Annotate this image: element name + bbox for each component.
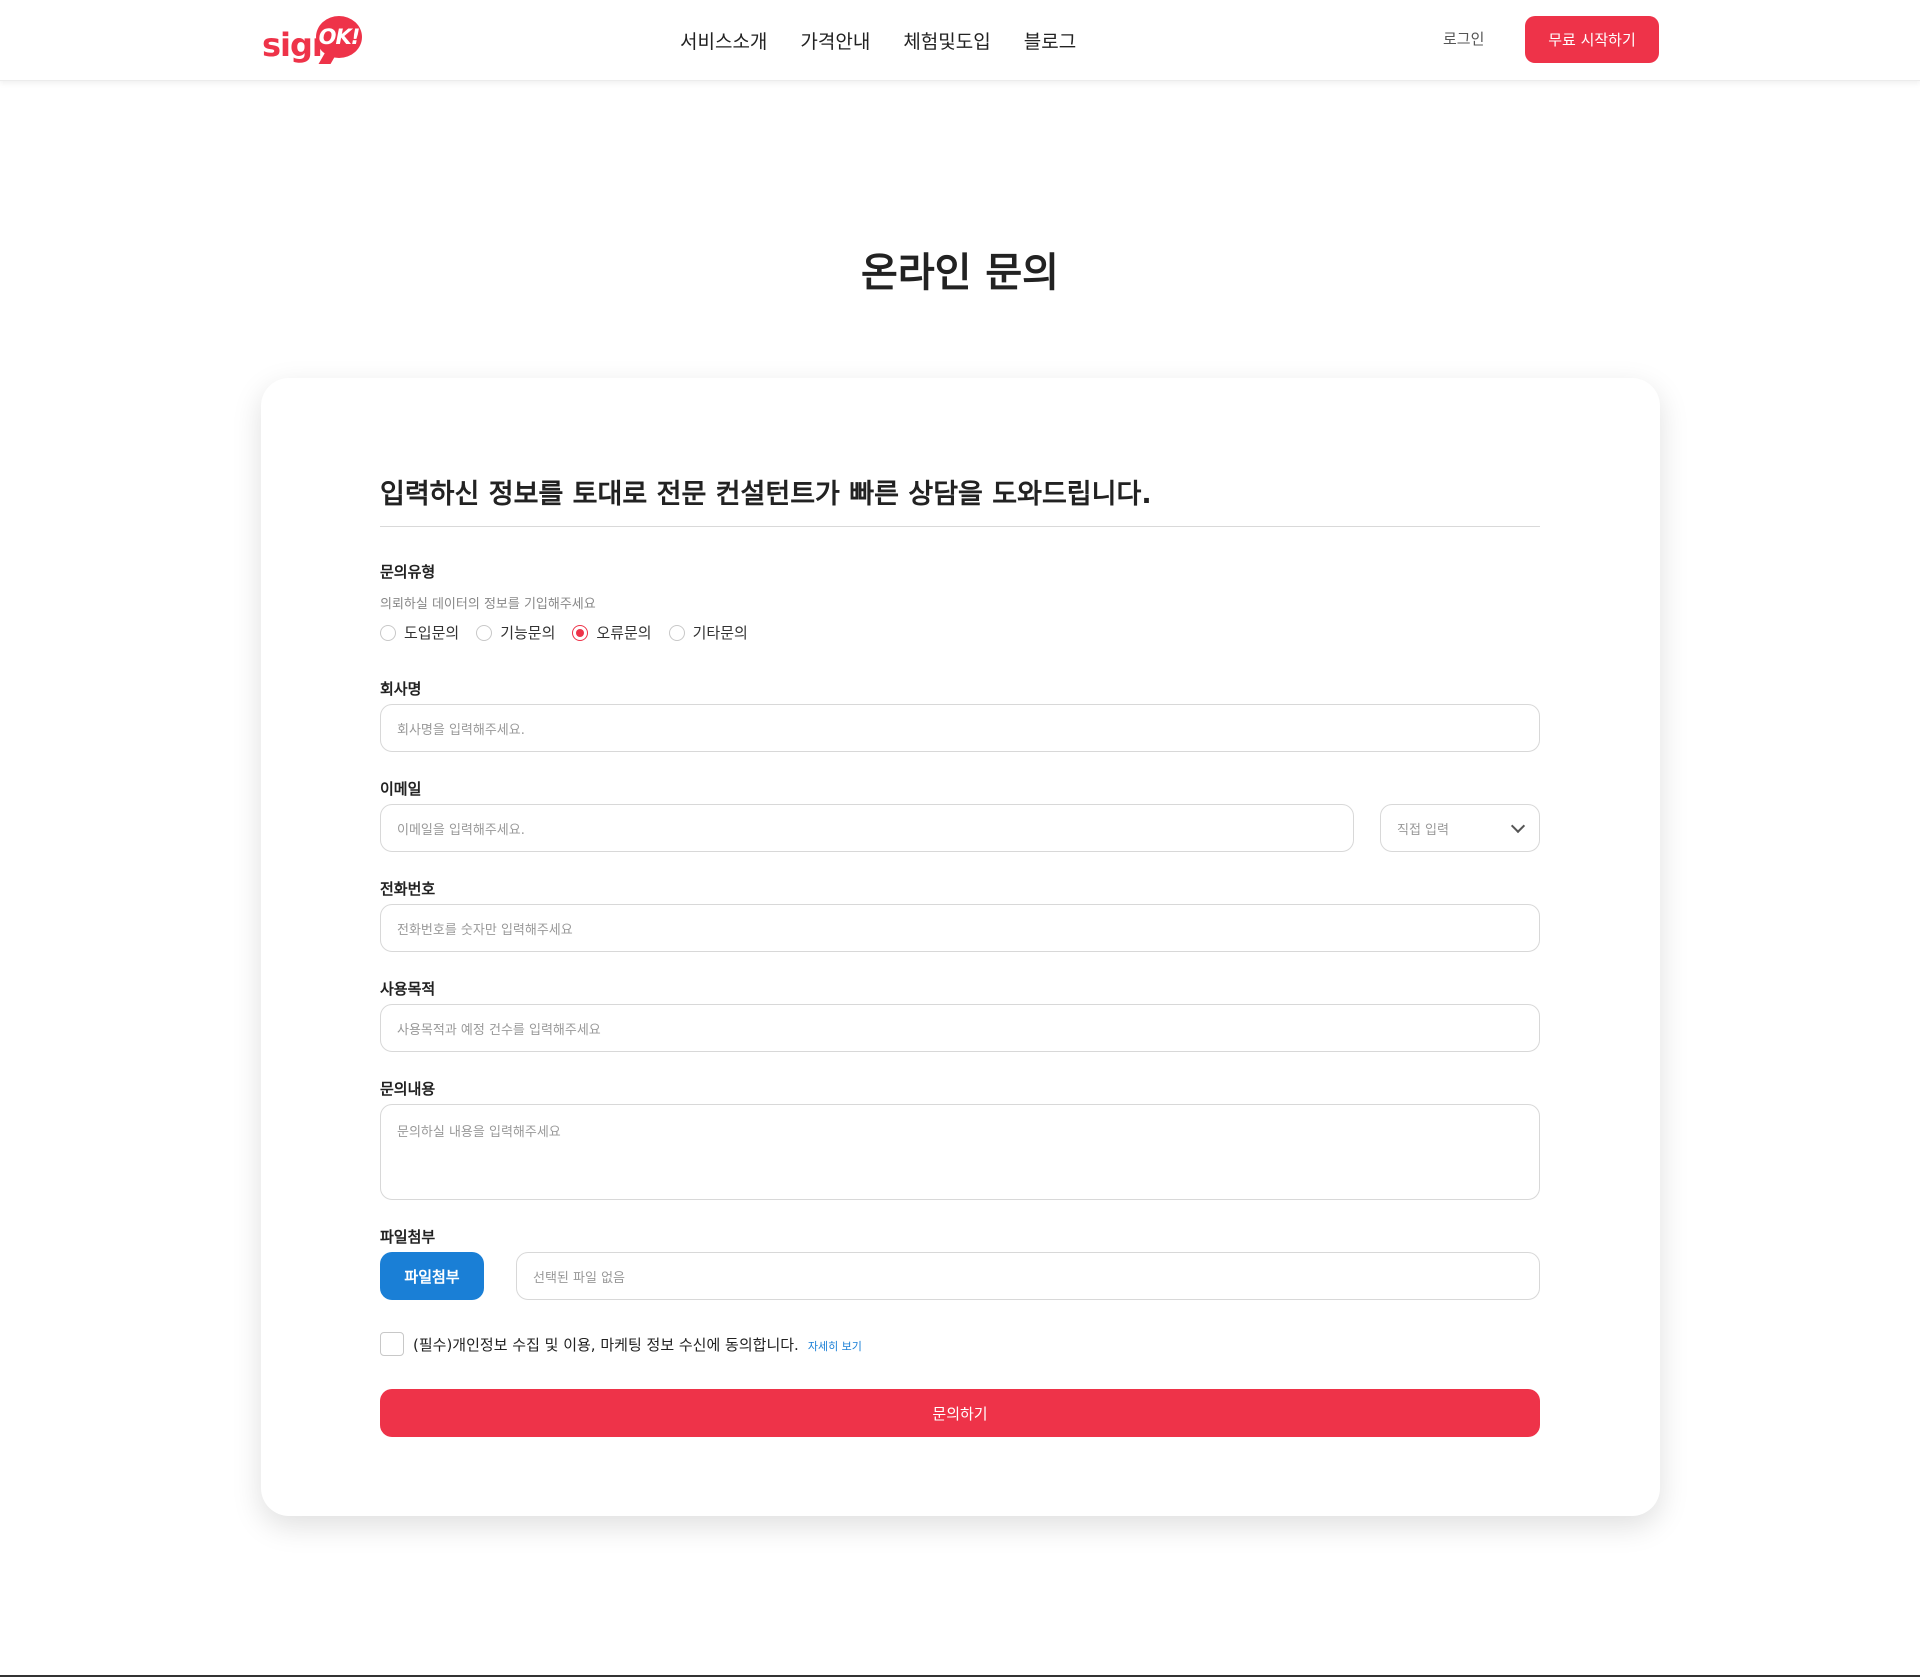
- email-domain-value: 직접 입력: [1397, 822, 1449, 838]
- login-link[interactable]: 로그인: [1443, 28, 1484, 49]
- phone-input[interactable]: 전화번호를 숫자만 입력해주세요: [380, 904, 1540, 952]
- email-label: 이메일: [380, 780, 422, 798]
- radio-button-selected[interactable]: [572, 624, 589, 641]
- logo-ok-text: OK!: [318, 25, 361, 49]
- signok-logo[interactable]: sign OK!: [262, 14, 366, 66]
- purpose-input[interactable]: 사용목적과 예정 건수를 입력해주세요: [380, 1004, 1540, 1052]
- nav-item-blog[interactable]: 블로그: [1024, 27, 1076, 54]
- radio-button[interactable]: [380, 624, 396, 641]
- nav-item-service[interactable]: 서비스소개: [680, 27, 767, 54]
- privacy-detail-link[interactable]: 자세히 보기: [808, 1338, 862, 1354]
- purpose-label: 사용목적: [380, 980, 436, 998]
- inquiry-form-card: 입력하신 정보를 토대로 전문 컨설턴트가 빠른 상담을 도와드립니다. 문의유…: [261, 378, 1660, 1516]
- site-header: sign OK! 서비스소개 가격안내 체험및도입 블로그 로그인 무료 시작하…: [0, 0, 1920, 81]
- radio-option-error[interactable]: 오류문의: [572, 622, 652, 643]
- radio-button[interactable]: [668, 624, 685, 641]
- privacy-agreement-text: (필수)개인정보 수집 및 이용, 마케팅 정보 수신에 동의합니다.: [413, 1335, 799, 1354]
- heading-divider: [380, 526, 1540, 527]
- file-name-display: 선택된 파일 없음: [516, 1252, 1540, 1300]
- radio-label: 오류문의: [596, 624, 652, 642]
- radio-option-other[interactable]: 기타문의: [668, 622, 748, 643]
- email-domain-select[interactable]: 직접 입력: [1380, 804, 1540, 852]
- nav-item-trial[interactable]: 체험및도입: [903, 27, 990, 54]
- free-start-button[interactable]: 무료 시작하기: [1525, 16, 1659, 63]
- privacy-agreement-row: (필수)개인정보 수집 및 이용, 마케팅 정보 수신에 동의합니다. 자세히 …: [380, 1332, 862, 1356]
- page-title: 온라인 문의: [861, 250, 1059, 296]
- company-input[interactable]: 회사명을 입력해주세요.: [380, 704, 1540, 752]
- radio-label: 도입문의: [404, 624, 460, 642]
- content-textarea[interactable]: 문의하실 내용을 입력해주세요: [380, 1104, 1540, 1200]
- attachment-label: 파일첨부: [380, 1228, 436, 1246]
- privacy-agreement-checkbox[interactable]: [380, 1332, 404, 1356]
- file-attach-button[interactable]: 파일첨부: [380, 1252, 484, 1300]
- content-label: 문의내용: [380, 1080, 436, 1098]
- form-heading: 입력하신 정보를 토대로 전문 컨설턴트가 빠른 상담을 도와드립니다.: [380, 479, 1152, 510]
- logo-ok-bubble: OK!: [316, 16, 362, 58]
- phone-label: 전화번호: [380, 880, 436, 898]
- nav-item-pricing[interactable]: 가격안내: [800, 27, 870, 54]
- company-label: 회사명: [380, 680, 422, 698]
- radio-button[interactable]: [476, 624, 493, 641]
- radio-option-feature[interactable]: 기능문의: [476, 622, 555, 643]
- inquiry-type-helper: 의뢰하실 데이터의 정보를 기입해주세요: [380, 597, 596, 612]
- inquiry-type-radio-group: 도입문의 기능문의 오류문의 기타문의: [380, 622, 765, 643]
- submit-inquiry-button[interactable]: 문의하기: [380, 1389, 1540, 1437]
- email-input[interactable]: 이메일을 입력해주세요.: [380, 804, 1354, 852]
- radio-label: 기능문의: [500, 624, 556, 642]
- radio-label: 기타문의: [692, 624, 748, 642]
- main-nav: 서비스소개 가격안내 체험및도입 블로그: [680, 0, 1109, 80]
- inquiry-type-label: 문의유형: [380, 563, 436, 581]
- chevron-down-icon: [1510, 818, 1526, 833]
- radio-option-intro[interactable]: 도입문의: [380, 622, 459, 643]
